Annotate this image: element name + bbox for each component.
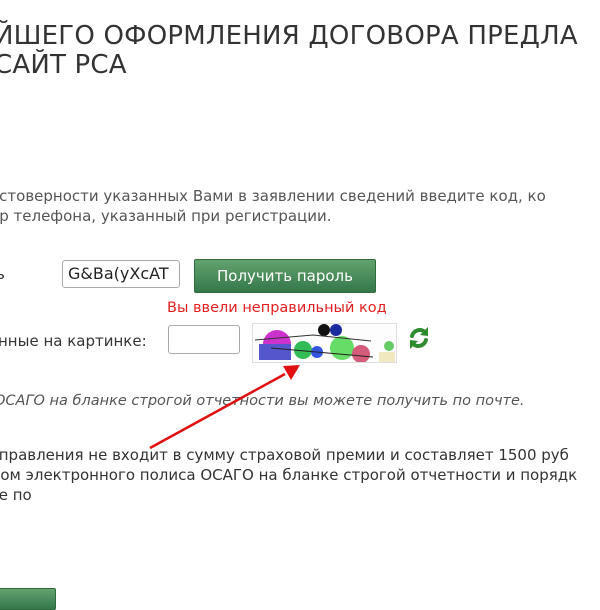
payment-line-1: тправления не входит в сумму страховой п…	[0, 446, 569, 464]
delivery-payment-text: тправления не входит в сумму страховой п…	[0, 445, 577, 505]
captcha-blob	[352, 345, 370, 362]
captcha-blob	[330, 336, 354, 360]
captcha-image	[252, 323, 397, 363]
payment-line-3: те по	[0, 486, 32, 504]
password-label: ь	[0, 265, 5, 283]
password-field[interactable]: G&Ba(yXcAT	[62, 260, 180, 288]
bottom-button[interactable]	[0, 588, 56, 610]
intro-line-1: остоверности указанных Вами в заявлении …	[0, 187, 546, 205]
mail-delivery-notice: ОСАГО на бланке строгой отчетности вы мо…	[0, 393, 525, 409]
error-message: Вы ввели неправильный код	[167, 300, 387, 316]
intro-line-2: ер телефона, указанный при регистрации.	[0, 207, 332, 225]
captcha-blob	[330, 324, 342, 336]
page-title-line-1: ЙШЕГО ОФОРМЛЕНИЯ ДОГОВОРА ПРЕДЛА	[0, 21, 578, 51]
captcha-blob	[318, 324, 330, 336]
refresh-icon[interactable]	[404, 323, 434, 353]
captcha-blob	[384, 341, 394, 351]
intro-text: остоверности указанных Вами в заявлении …	[0, 186, 546, 226]
page-title: ЙШЕГО ОФОРМЛЕНИЯ ДОГОВОРА ПРЕДЛА САЙТ РС…	[0, 22, 578, 80]
payment-line-2: дом электронного полиса ОСАГО на бланке …	[0, 466, 578, 484]
captcha-label: нные на картинке:	[0, 332, 147, 350]
get-password-button[interactable]: Получить пароль	[194, 259, 376, 293]
captcha-input[interactable]	[168, 325, 240, 354]
captcha-blob	[379, 352, 395, 362]
captcha-blob	[259, 344, 291, 360]
page-title-line-2: САЙТ РСА	[0, 50, 127, 80]
